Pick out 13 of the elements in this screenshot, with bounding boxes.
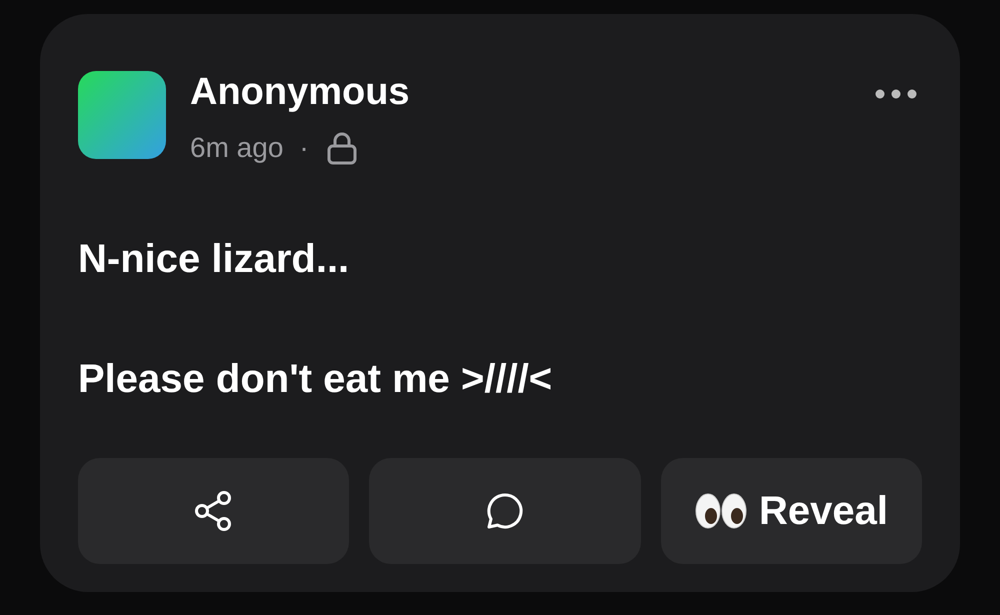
speech-bubble-icon	[485, 491, 526, 531]
post-text: Please don't eat me >////<	[78, 356, 554, 403]
lock-icon	[324, 131, 359, 165]
more-options-icon[interactable]	[875, 89, 917, 99]
reveal-button[interactable]: Reveal	[660, 458, 922, 564]
comment-button[interactable]	[369, 458, 641, 564]
post-time: 6m ago	[190, 134, 284, 162]
author-name: Anonymous	[190, 73, 410, 111]
share-button[interactable]	[78, 458, 350, 564]
separator: ·	[299, 134, 309, 162]
share-icon	[194, 490, 234, 532]
eyes-icon	[694, 492, 747, 530]
post-text: N-nice lizard...	[78, 236, 350, 283]
